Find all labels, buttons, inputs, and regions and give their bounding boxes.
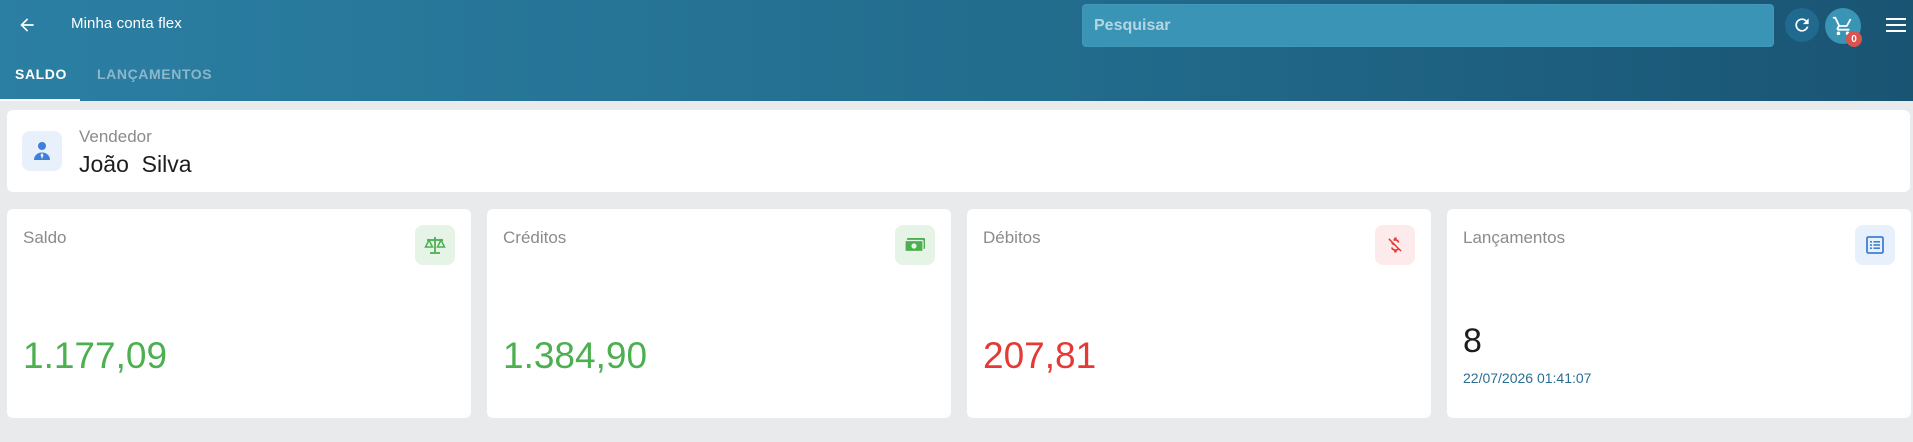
active-tab-indicator [0,99,80,101]
tab-lancamentos[interactable]: LANÇAMENTOS [97,66,212,101]
lancamentos-icon-box [1855,225,1895,265]
lancamentos-count: 8 [1463,322,1482,360]
creditos-icon-box [895,225,935,265]
menu-icon [1886,18,1906,32]
creditos-value: 1.384,90 [503,335,648,376]
debitos-value: 207,81 [983,335,1097,376]
refresh-icon [1795,18,1809,32]
tab-lancamentos-label: LANÇAMENTOS [97,66,213,82]
seller-label: Vendedor [79,127,152,146]
lancamentos-label: Lançamentos [1463,228,1566,247]
saldo-card: Saldo 1.177,09 [7,209,471,418]
tab-saldo[interactable]: SALDO [0,66,80,101]
back-button[interactable] [13,12,41,38]
creditos-label: Créditos [503,228,567,247]
no-money-icon [1388,237,1402,253]
arrow-left-icon [20,18,34,32]
seller-name: João Silva [79,151,192,177]
seller-avatar [22,131,62,171]
money-icon [904,238,925,253]
scale-icon [424,237,446,254]
lancamentos-date: 22/07/2026 01:41:07 [1463,370,1592,386]
refresh-button[interactable] [1785,8,1819,42]
debitos-label: Débitos [983,228,1041,247]
lancamentos-card: Lançamentos 8 22/07/2026 01:41:07 [1447,209,1911,418]
app-header: Minha conta flex 0 SALDO LANÇAMENTOS [0,0,1913,101]
search-box[interactable] [1082,4,1774,47]
page-title: Minha conta flex [71,15,182,32]
debitos-icon-box [1375,225,1415,265]
list-icon [1866,236,1884,254]
search-input[interactable] [1082,4,1774,47]
tab-saldo-label: SALDO [15,66,67,82]
saldo-icon-box [415,225,455,265]
menu-button[interactable] [1884,14,1908,36]
saldo-value: 1.177,09 [23,335,168,376]
saldo-label: Saldo [23,228,67,247]
debitos-card: Débitos 207,81 [967,209,1431,418]
cart-button[interactable]: 0 [1825,8,1862,47]
seller-card: Vendedor João Silva [7,110,1910,192]
creditos-card: Créditos 1.384,90 [487,209,951,418]
person-icon [34,142,50,160]
cart-count-badge: 0 [1846,31,1862,47]
